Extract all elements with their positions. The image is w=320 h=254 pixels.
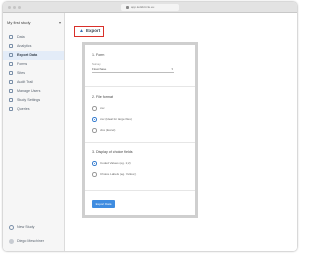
- export-data-button[interactable]: Export Data: [92, 200, 115, 208]
- study-selector[interactable]: My first study ▾: [7, 19, 61, 27]
- sidebar-item-sites[interactable]: Sites: [3, 69, 64, 78]
- export-tab-button[interactable]: ▲ Export: [74, 26, 104, 37]
- sidebar: My first study ▾ Data Analytics Export D…: [3, 13, 65, 251]
- queries-icon: [9, 107, 13, 111]
- user-menu[interactable]: Diego Meschiner: [3, 237, 64, 246]
- new-study-label: New Study: [17, 225, 35, 229]
- file-format-option-csv[interactable]: csv: [92, 105, 192, 112]
- user-name: Diego Meschiner: [17, 239, 44, 243]
- chevron-down-icon: ▾: [171, 67, 173, 71]
- radio-label: csv: [100, 106, 105, 110]
- choice-option-coded-values[interactable]: Coded Values (eg. 1;2): [92, 160, 192, 167]
- settings-icon: [9, 98, 13, 102]
- address-text: app.ledidcircle.eu: [131, 5, 155, 9]
- study-name: My first study: [7, 20, 31, 25]
- divider: [85, 190, 195, 191]
- divider: [85, 86, 195, 87]
- sidebar-item-data[interactable]: Data: [3, 33, 64, 42]
- address-bar[interactable]: app.ledidcircle.eu: [121, 4, 179, 11]
- radio-button[interactable]: [92, 128, 97, 133]
- radio-button[interactable]: [92, 161, 97, 166]
- radio-button[interactable]: [92, 117, 97, 122]
- sidebar-item-label: Analytics: [17, 44, 32, 48]
- sidebar-item-manage-users[interactable]: Manage Users: [3, 87, 64, 96]
- sidebar-item-export-data[interactable]: Export Data: [3, 51, 64, 60]
- export-icon: [9, 53, 13, 57]
- form-section-title: 1. Form: [92, 53, 105, 57]
- audit-icon: [9, 80, 13, 84]
- users-icon: [9, 89, 13, 93]
- site-icon: [9, 71, 13, 75]
- export-button-label: Export: [86, 28, 101, 33]
- sidebar-item-label: Manage Users: [17, 89, 41, 93]
- browser-titlebar: app.ledidcircle.eu: [3, 2, 297, 13]
- sidebar-nav: Data Analytics Export Data Forms Sites A…: [3, 33, 64, 114]
- sidebar-item-label: Data: [17, 35, 25, 39]
- export-data-button-label: Export Data: [95, 202, 112, 206]
- sidebar-item-label: Forms: [17, 62, 28, 66]
- sidebar-item-label: Study Settings: [17, 98, 41, 102]
- form-icon: [9, 62, 13, 66]
- radio-label: Choice Labels (eg. Yellow;): [100, 172, 137, 176]
- file-format-section-title: 2. File format: [92, 95, 113, 99]
- browser-window: app.ledidcircle.eu My first study ▾ Data…: [3, 2, 297, 251]
- sidebar-item-queries[interactable]: Queries: [3, 105, 64, 114]
- sidebar-item-analytics[interactable]: Analytics: [3, 42, 64, 51]
- file-format-option-xlsx[interactable]: xlsx (Excel): [92, 127, 192, 134]
- sidebar-item-forms[interactable]: Forms: [3, 60, 64, 69]
- sidebar-item-label: Sites: [17, 71, 25, 75]
- radio-label: xlsx (Excel): [100, 128, 116, 132]
- close-window-icon[interactable]: [8, 6, 11, 9]
- sidebar-item-study-settings[interactable]: Study Settings: [3, 96, 64, 105]
- chart-icon: [9, 44, 13, 48]
- sidebar-item-label: Export Data: [17, 53, 38, 57]
- radio-button[interactable]: [92, 106, 97, 111]
- sidebar-item-audit-trail[interactable]: Audit Trail: [3, 78, 64, 87]
- avatar: [9, 239, 14, 244]
- survey-select-value: Flowchase: [92, 67, 107, 71]
- choice-option-choice-labels[interactable]: Choice Labels (eg. Yellow;): [92, 171, 192, 178]
- sidebar-item-label: Queries: [17, 107, 30, 111]
- radio-label: Coded Values (eg. 1;2): [100, 161, 131, 165]
- database-icon: [9, 35, 13, 39]
- export-form-panel: 1. Form Survey Flowchase ▾ 2. File forma…: [82, 42, 198, 218]
- minimize-window-icon[interactable]: [13, 6, 16, 9]
- sidebar-item-label: Audit Trail: [17, 80, 33, 84]
- export-icon: ▲: [79, 28, 84, 34]
- maximize-window-icon[interactable]: [18, 6, 21, 9]
- choice-display-section-title: 3. Display of choice fields: [92, 150, 133, 154]
- new-study-button[interactable]: New Study: [3, 223, 64, 232]
- survey-select[interactable]: Flowchase ▾: [92, 66, 174, 73]
- divider: [85, 142, 195, 143]
- main-content: ▲ Export 1. Form Survey Flowchase ▾ 2. F…: [65, 13, 297, 251]
- chevron-down-icon: ▾: [58, 20, 61, 25]
- radio-label: csv (Ideal for large files): [100, 117, 132, 121]
- radio-button[interactable]: [92, 172, 97, 177]
- lock-icon: [126, 6, 129, 9]
- file-format-option-csv-large[interactable]: csv (Ideal for large files): [92, 116, 192, 123]
- plus-circle-icon: [9, 225, 14, 230]
